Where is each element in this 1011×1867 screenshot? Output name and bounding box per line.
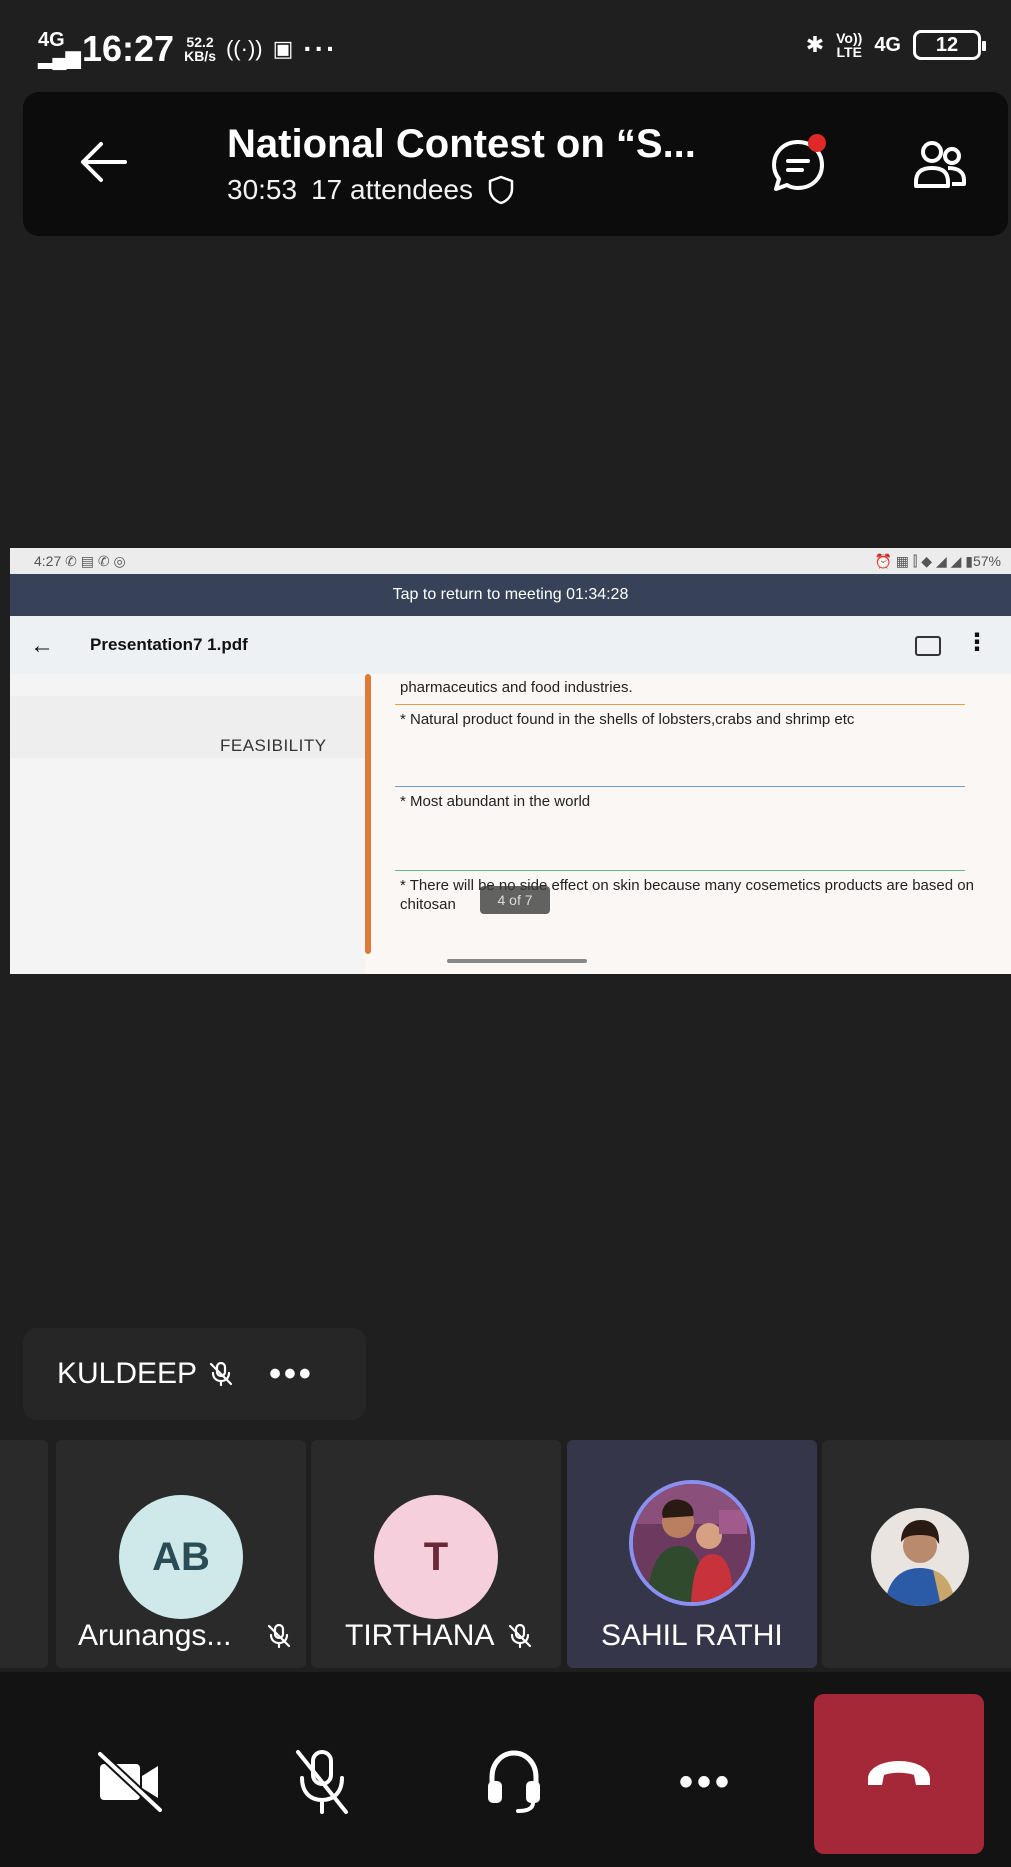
screen-capture-icon: ▣ <box>272 36 294 61</box>
meeting-header: National Contest on “S... 30:53 17 atten… <box>23 92 1008 236</box>
shield-icon <box>488 175 514 205</box>
slide-divider <box>395 786 965 787</box>
camera-toggle-button[interactable] <box>90 1742 170 1822</box>
audio-button[interactable] <box>474 1742 554 1822</box>
participants-button[interactable] <box>908 134 972 198</box>
back-arrow-icon[interactable] <box>73 132 133 192</box>
pdf-toolbar: ← Presentation7 1.pdf ⋮ <box>10 616 1011 674</box>
pdf-slide: FEASIBILITY pharmaceutics and food indus… <box>10 674 1011 974</box>
participant-strip[interactable]: AB Arunangs... T TIRTHANA SAHIL RATHI <box>0 1440 1011 1670</box>
slide-text-top: pharmaceutics and food industries. <box>400 679 633 696</box>
avatar: T <box>374 1495 498 1619</box>
hotspot-icon: ((·)) <box>225 36 263 61</box>
avatar-photo <box>629 1480 755 1606</box>
mic-off-icon <box>296 1750 348 1814</box>
status-time: 16:27 <box>82 28 175 69</box>
mic-off-icon <box>209 1361 233 1387</box>
camera-off-icon <box>96 1750 164 1814</box>
network-indicator: 4G ▂▄▆ <box>38 29 81 69</box>
headset-icon <box>488 1750 540 1813</box>
participant-name: SAHIL RATHI <box>601 1619 783 1652</box>
participant-name: Arunangs... <box>78 1619 232 1652</box>
mic-off-icon <box>509 1623 532 1649</box>
return-to-meeting-banner[interactable]: Tap to return to meeting 01:34:28 <box>10 574 1011 616</box>
leave-call-button[interactable] <box>814 1694 984 1854</box>
active-speaker-name: KULDEEP <box>57 1357 198 1390</box>
meeting-duration: 30:53 <box>227 174 298 205</box>
pdf-file-name: Presentation7 1.pdf <box>90 635 248 654</box>
participant-tile-active[interactable]: SAHIL RATHI <box>567 1440 817 1668</box>
more-options-icon[interactable]: ••• <box>269 1355 314 1394</box>
participant-tile[interactable]: AB Arunangs... <box>56 1440 306 1668</box>
pdf-back-arrow-icon[interactable]: ← <box>30 632 54 660</box>
attendee-count[interactable]: 17 attendees <box>311 174 473 206</box>
more-icon: ••• <box>678 1759 733 1804</box>
people-icon <box>914 141 966 188</box>
data-speed: 52.2 KB/s <box>184 34 216 64</box>
scroll-handle[interactable] <box>447 959 587 963</box>
volte-indicator: Vo)) LTE <box>836 30 863 60</box>
slide-bullet-1: * Natural product found in the shells of… <box>400 711 855 728</box>
unread-badge <box>808 134 826 152</box>
slide-section-label: FEASIBILITY <box>220 736 327 755</box>
mic-toggle-button[interactable] <box>282 1742 362 1822</box>
network-4g-indicator: 4G <box>874 34 901 56</box>
participant-tile[interactable] <box>822 1440 1011 1668</box>
more-actions-button[interactable]: ••• <box>666 1742 746 1822</box>
bluetooth-icon: ✱ <box>805 32 825 57</box>
meeting-title: National Contest on “S... <box>227 122 696 166</box>
hang-up-icon <box>868 1761 930 1785</box>
participant-name: TIRTHANA <box>345 1619 495 1652</box>
shared-status-bar: 4:27 ✆ ▤ ✆ ◎ ⏰ ▦ ⫿ ◆ ◢ ◢ ▮57% <box>10 548 1011 574</box>
chat-button[interactable] <box>766 134 830 198</box>
cast-icon[interactable] <box>915 636 941 656</box>
more-options-icon[interactable]: ⋮ <box>965 628 989 657</box>
active-speaker-pill[interactable]: KULDEEP ••• <box>23 1328 366 1420</box>
page-indicator: 4 of 7 <box>480 886 550 914</box>
slide-divider <box>395 870 965 871</box>
battery-indicator: 12 <box>913 30 986 60</box>
participant-tile[interactable]: T TIRTHANA <box>311 1440 561 1668</box>
meeting-subtitle: 30:53 17 attendees <box>227 174 515 206</box>
more-notifications-icon: ··· <box>303 33 338 64</box>
shared-screen[interactable]: 4:27 ✆ ▤ ✆ ◎ ⏰ ▦ ⫿ ◆ ◢ ◢ ▮57% Tap to ret… <box>10 548 1011 974</box>
participant-tile-partial[interactable] <box>0 1440 48 1668</box>
avatar-photo <box>871 1508 969 1606</box>
slide-divider <box>395 704 965 705</box>
slide-bullet-2: * Most abundant in the world <box>400 793 591 810</box>
mic-off-icon <box>268 1623 291 1649</box>
call-controls: ••• <box>0 1672 1011 1867</box>
avatar: AB <box>119 1495 243 1619</box>
slide-accent-bar <box>365 674 371 954</box>
status-bar: 4G ▂▄▆ 16:27 52.2 KB/s ((·)) ▣ ··· ✱ Vo))… <box>0 0 1011 95</box>
